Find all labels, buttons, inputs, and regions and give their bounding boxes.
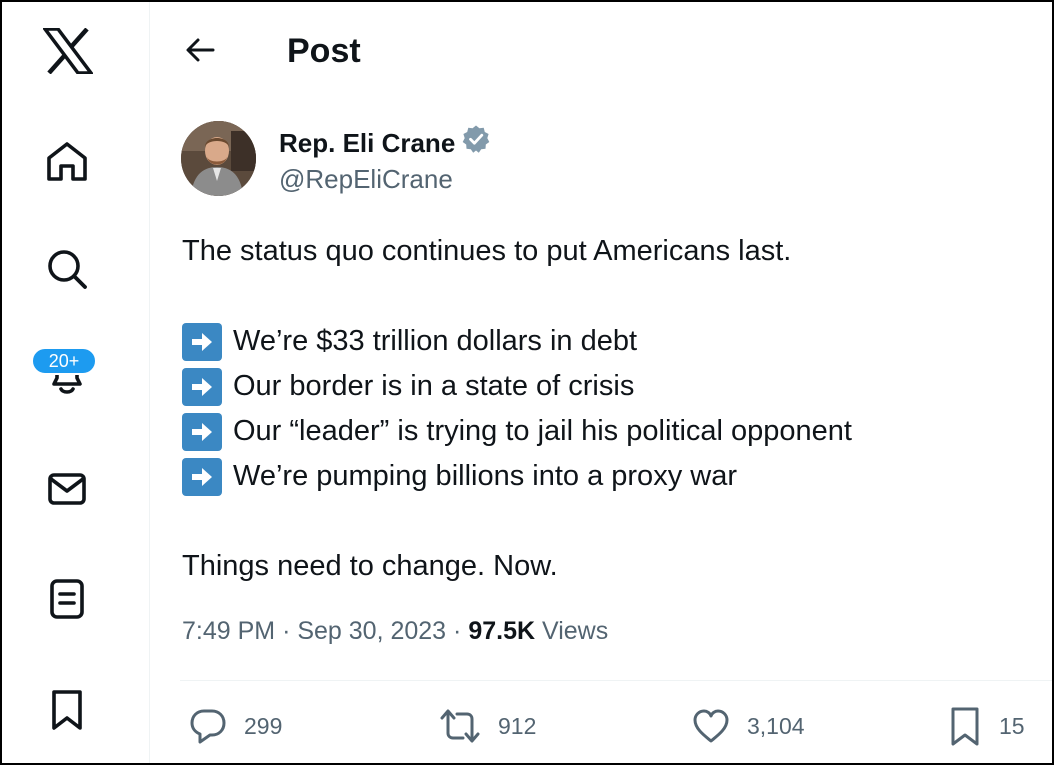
heart-icon — [693, 709, 729, 743]
list-document-icon[interactable] — [40, 572, 94, 626]
app-window: 20+ Post Rep. Eli Crane @RepEliCrane The… — [0, 0, 1054, 765]
post-text: The status quo continues to put American… — [182, 229, 1042, 589]
envelope-icon[interactable] — [40, 462, 94, 516]
notification-badge: 20+ — [31, 347, 97, 375]
like-button[interactable]: 3,104 — [691, 702, 805, 750]
post-bullet-text: Our border is in a state of crisis — [233, 370, 635, 402]
meta-separator: · — [282, 617, 291, 645]
bookmark-count: 15 — [999, 712, 1025, 739]
post-bullet: We’re pumping billions into a proxy war — [182, 454, 1042, 499]
right-arrow-icon — [182, 457, 222, 496]
reply-count: 299 — [244, 712, 283, 739]
author-name-text: Rep. Eli Crane — [279, 128, 456, 158]
post-bullet: Our “leader” is trying to jail his polit… — [182, 409, 1042, 454]
like-count: 3,104 — [747, 712, 805, 739]
repost-count: 912 — [498, 712, 537, 739]
meta-separator: · — [453, 617, 462, 645]
post-bullet: We’re $33 trillion dollars in debt — [182, 319, 1042, 364]
verified-badge-icon — [461, 124, 491, 162]
right-arrow-icon — [182, 412, 222, 451]
x-logo-icon[interactable] — [38, 23, 98, 79]
author-name[interactable]: Rep. Eli Crane — [279, 124, 491, 162]
post-date[interactable]: Sep 30, 2023 — [297, 617, 446, 645]
divider — [180, 680, 1052, 681]
right-arrow-icon — [182, 367, 222, 406]
post-meta: 7:49 PM · Sep 30, 2023 · 97.5K Views — [182, 613, 608, 649]
post-line-intro: The status quo continues to put American… — [182, 235, 792, 267]
author-handle[interactable]: @RepEliCrane — [279, 162, 453, 196]
post-line-closing: Things need to change. Now. — [182, 550, 558, 582]
bookmark-icon — [951, 707, 979, 746]
home-icon[interactable] — [40, 134, 94, 188]
reply-button[interactable]: 299 — [188, 702, 282, 750]
right-arrow-icon — [182, 322, 222, 361]
repost-button[interactable]: 912 — [438, 702, 536, 750]
post-bullet-text: We’re $33 trillion dollars in debt — [233, 325, 638, 357]
views-count: 97.5K — [468, 617, 536, 645]
post-bullet: Our border is in a state of crisis — [182, 364, 1042, 409]
repost-icon — [440, 709, 480, 743]
sidebar: 20+ — [2, 2, 150, 763]
avatar[interactable] — [181, 121, 256, 196]
views-label: Views — [542, 617, 609, 645]
page-title: Post — [287, 32, 361, 70]
back-arrow-icon[interactable] — [180, 30, 220, 70]
reply-icon — [190, 709, 226, 744]
post-time[interactable]: 7:49 PM — [182, 617, 275, 645]
post-bullet-text: We’re pumping billions into a proxy war — [233, 460, 737, 492]
bookmark-button[interactable]: 15 — [947, 702, 1025, 750]
post-bullet-text: Our “leader” is trying to jail his polit… — [233, 415, 852, 447]
bookmark-nav-icon[interactable] — [40, 682, 94, 736]
search-icon[interactable] — [40, 242, 94, 296]
